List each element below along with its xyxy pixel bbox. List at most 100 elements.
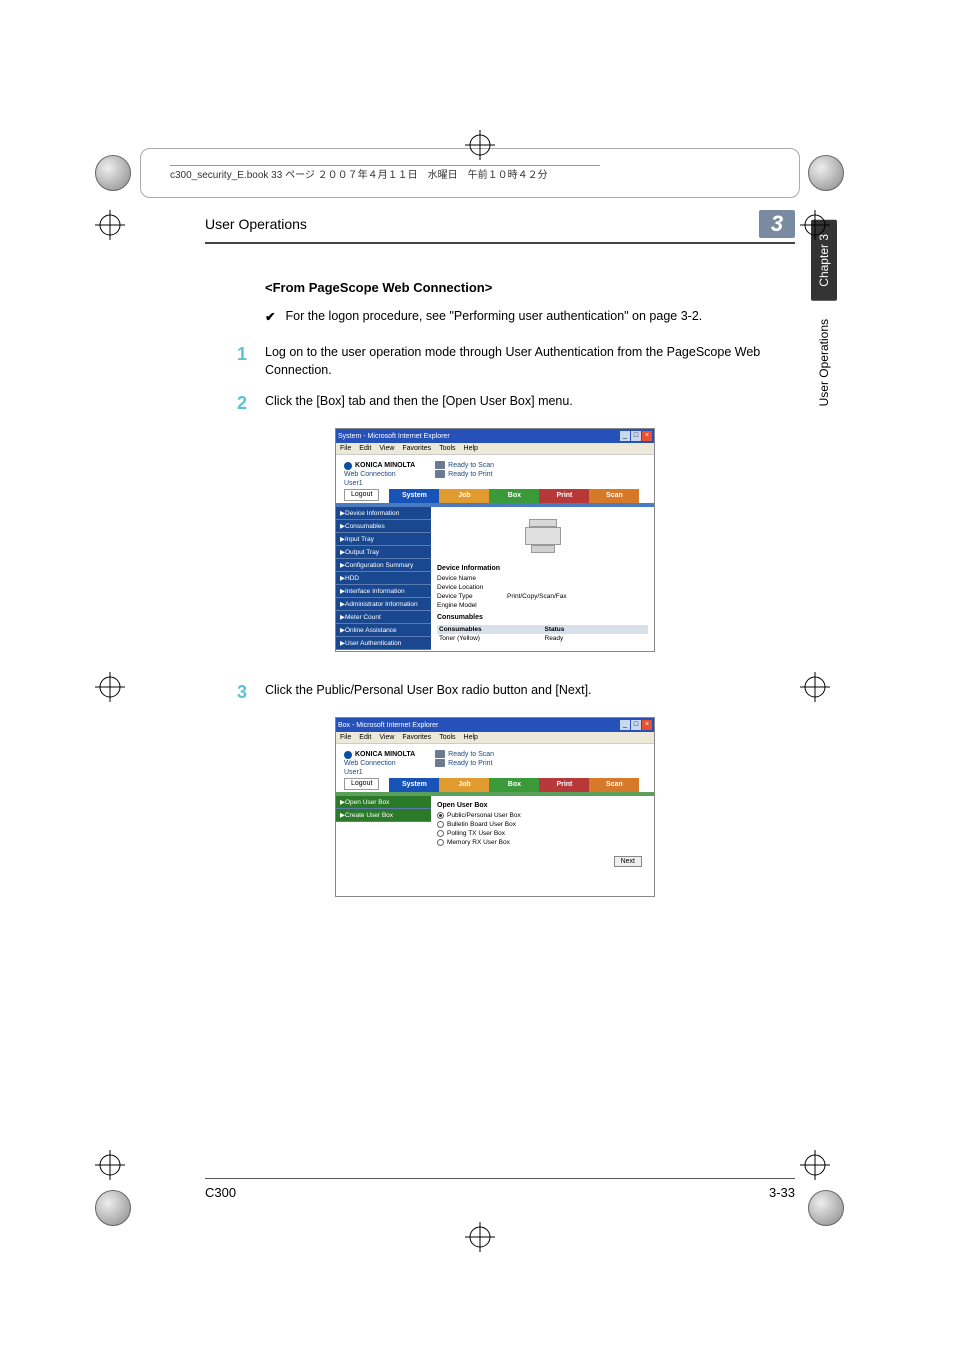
- registration-mark-icon: [465, 130, 495, 160]
- open-user-box-heading: Open User Box: [437, 802, 648, 809]
- sidebar-item[interactable]: ▶Interface Information: [336, 585, 431, 598]
- tab-box[interactable]: Box: [489, 778, 539, 792]
- sidebar-item[interactable]: ▶HDD: [336, 572, 431, 585]
- menu-item[interactable]: Help: [464, 734, 478, 741]
- printer-icon: [435, 470, 445, 478]
- menu-item[interactable]: Edit: [359, 734, 371, 741]
- menu-item[interactable]: Tools: [439, 445, 455, 452]
- logout-button[interactable]: Logout: [344, 489, 379, 501]
- screenshot-box: Box - Microsoft Internet Explorer _ □ × …: [335, 717, 655, 897]
- tab-job[interactable]: Job: [439, 489, 489, 503]
- logout-button[interactable]: Logout: [344, 778, 379, 790]
- registration-mark-icon: [800, 672, 830, 702]
- tab-job[interactable]: Job: [439, 778, 489, 792]
- sidebar-item-create-user-box[interactable]: ▶Create User Box: [336, 809, 431, 822]
- radio-public-personal[interactable]: [437, 812, 444, 819]
- bullet-text: For the logon procedure, see "Performing…: [285, 309, 702, 324]
- side-tab-section: User Operations: [817, 319, 831, 406]
- tab-box[interactable]: Box: [489, 489, 539, 503]
- sidebar-item-open-user-box[interactable]: ▶Open User Box: [336, 796, 431, 809]
- maximize-icon[interactable]: □: [631, 431, 641, 441]
- status-text: Ready to Print: [448, 760, 492, 767]
- registration-mark-icon: [95, 672, 125, 702]
- radio-label: Public/Personal User Box: [447, 812, 521, 819]
- registration-mark-icon: [800, 210, 830, 240]
- step-text: Log on to the user operation mode throug…: [265, 344, 795, 379]
- maximize-icon[interactable]: □: [631, 720, 641, 730]
- tab-system[interactable]: System: [389, 778, 439, 792]
- menu-item[interactable]: View: [379, 445, 394, 452]
- brand-text: KONICA MINOLTA: [355, 751, 415, 758]
- printer-icon: [435, 461, 445, 469]
- close-icon[interactable]: ×: [642, 720, 652, 730]
- footer-model: C300: [205, 1185, 236, 1200]
- sidebar-item[interactable]: ▶User Authentication: [336, 637, 431, 650]
- info-label: Engine Model: [437, 602, 507, 609]
- radio-memory-rx[interactable]: [437, 839, 444, 846]
- menu-item[interactable]: File: [340, 734, 351, 741]
- table-cell: Ready: [543, 634, 649, 643]
- status-text: Ready to Scan: [448, 751, 494, 758]
- menu-item[interactable]: Help: [464, 445, 478, 452]
- radio-label: Polling TX User Box: [447, 830, 505, 837]
- tab-scan[interactable]: Scan: [589, 778, 639, 792]
- corner-ornament: [95, 1190, 131, 1226]
- screenshot-system: System - Microsoft Internet Explorer _ □…: [335, 428, 655, 652]
- chapter-number-box: 3: [759, 210, 795, 238]
- menu-item[interactable]: Favorites: [402, 445, 431, 452]
- info-value: Print/Copy/Scan/Fax: [507, 593, 567, 600]
- sidebar-item[interactable]: ▶Meter Count: [336, 611, 431, 624]
- device-info-heading: Device Information: [437, 565, 648, 572]
- minimize-icon[interactable]: _: [620, 431, 630, 441]
- radio-polling[interactable]: [437, 830, 444, 837]
- page-header-title: User Operations: [205, 216, 307, 232]
- menu-item[interactable]: Favorites: [402, 734, 431, 741]
- sidebar-item[interactable]: ▶Online Assistance: [336, 624, 431, 637]
- tab-print[interactable]: Print: [539, 778, 589, 792]
- sidebar-item[interactable]: ▶Device Information: [336, 507, 431, 520]
- table-header: Status: [543, 625, 649, 634]
- status-text: Ready to Print: [448, 471, 492, 478]
- registration-mark-icon: [95, 210, 125, 240]
- sidebar-item[interactable]: ▶Output Tray: [336, 546, 431, 559]
- info-label: Device Type: [437, 593, 507, 600]
- sidebar-item[interactable]: ▶Administrator Information: [336, 598, 431, 611]
- user-label: User1: [336, 769, 654, 778]
- corner-ornament: [808, 1190, 844, 1226]
- minimize-icon[interactable]: _: [620, 720, 630, 730]
- registration-mark-icon: [800, 1150, 830, 1180]
- window-title: System - Microsoft Internet Explorer: [338, 433, 450, 440]
- step-text: Click the Public/Personal User Box radio…: [265, 682, 795, 700]
- status-text: Ready to Scan: [448, 462, 494, 469]
- window-title: Box - Microsoft Internet Explorer: [338, 722, 438, 729]
- menu-item[interactable]: Edit: [359, 445, 371, 452]
- info-label: Device Name: [437, 575, 507, 582]
- device-image: [523, 519, 563, 555]
- registration-mark-icon: [95, 1150, 125, 1180]
- printer-icon: [435, 759, 445, 767]
- sidebar-item[interactable]: ▶Input Tray: [336, 533, 431, 546]
- next-button[interactable]: Next: [614, 856, 642, 867]
- corner-ornament: [95, 155, 131, 191]
- registration-mark-icon: [465, 1222, 495, 1252]
- menu-item[interactable]: View: [379, 734, 394, 741]
- tab-print[interactable]: Print: [539, 489, 589, 503]
- radio-label: Bulletin Board User Box: [447, 821, 516, 828]
- menu-item[interactable]: Tools: [439, 734, 455, 741]
- info-label: Device Location: [437, 584, 507, 591]
- tab-scan[interactable]: Scan: [589, 489, 639, 503]
- sidebar-item[interactable]: ▶Configuration Summary: [336, 559, 431, 572]
- table-header: Consumables: [437, 625, 543, 634]
- consumables-heading: Consumables: [437, 614, 648, 621]
- sidebar-item[interactable]: ▶Consumables: [336, 520, 431, 533]
- check-icon: ✔: [265, 309, 275, 324]
- close-icon[interactable]: ×: [642, 431, 652, 441]
- user-label: User1: [336, 480, 654, 489]
- table-cell: Toner (Yellow): [437, 634, 543, 643]
- footer-page: 3-33: [769, 1185, 795, 1200]
- menu-item[interactable]: File: [340, 445, 351, 452]
- tab-system[interactable]: System: [389, 489, 439, 503]
- radio-bulletin[interactable]: [437, 821, 444, 828]
- brand-text: KONICA MINOLTA: [355, 462, 415, 469]
- step-text: Click the [Box] tab and then the [Open U…: [265, 393, 795, 411]
